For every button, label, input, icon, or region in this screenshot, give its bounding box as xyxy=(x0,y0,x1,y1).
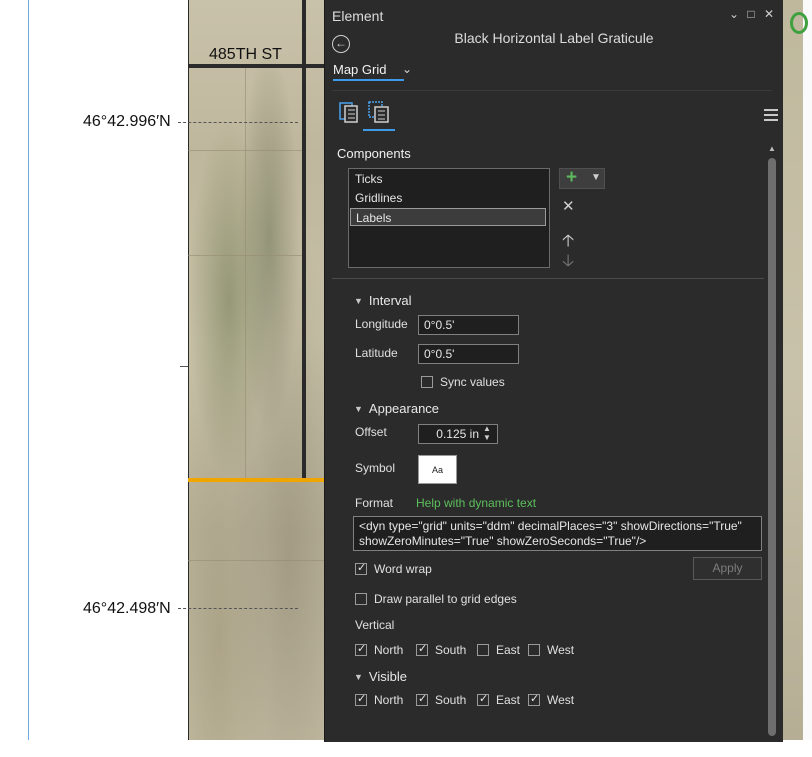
symbol-label: Symbol xyxy=(355,461,396,475)
divider xyxy=(332,278,764,279)
components-list[interactable]: Ticks Gridlines Labels xyxy=(348,168,550,268)
field-boundary xyxy=(188,560,330,561)
format-textarea[interactable]: <dyn type="grid" units="ddm" decimalPlac… xyxy=(353,516,762,551)
apply-button[interactable]: Apply xyxy=(693,557,762,580)
vertical-north-label[interactable]: North xyxy=(374,643,403,657)
visible-heading: Visible xyxy=(368,669,407,684)
chevron-down-icon: ▼ xyxy=(354,672,363,682)
visible-west-checkbox[interactable] xyxy=(528,692,540,706)
visible-north-label[interactable]: North xyxy=(374,693,403,707)
maximize-button[interactable]: □ xyxy=(743,6,759,22)
back-arrow-icon[interactable]: ← xyxy=(332,35,350,53)
plus-icon: + xyxy=(566,167,578,188)
offset-spinner-icon[interactable]: ▲ ▼ xyxy=(483,424,491,442)
active-tab-indicator xyxy=(363,129,395,131)
sync-values-label[interactable]: Sync values xyxy=(440,375,505,389)
longitude-interval-input[interactable]: 0°0.5' xyxy=(418,315,519,335)
scrollbar-thumb[interactable] xyxy=(768,158,776,736)
vertical-east-checkbox[interactable] xyxy=(477,644,489,656)
street-label: 485TH ST xyxy=(209,46,282,63)
visible-south-checkbox[interactable] xyxy=(416,692,428,706)
longitude-label: Longitude xyxy=(355,317,408,331)
components-heading: Components xyxy=(337,146,411,161)
draw-parallel-checkbox[interactable] xyxy=(355,593,367,605)
vertical-west-label[interactable]: West xyxy=(547,643,574,657)
word-wrap-label[interactable]: Word wrap xyxy=(374,562,432,576)
grid-properties-tab-icon[interactable] xyxy=(337,100,361,124)
chevron-down-icon: ▼ xyxy=(591,172,601,183)
road-vertical xyxy=(302,0,306,480)
page-margin-line xyxy=(28,0,29,757)
grid-components-tab-icon[interactable] xyxy=(367,100,391,124)
scroll-up-arrow-icon[interactable]: ▲ xyxy=(768,144,776,153)
page-bottom-edge xyxy=(0,740,812,757)
format-label: Format xyxy=(355,496,394,510)
grid-label-top[interactable]: 46°42.996′N xyxy=(83,113,171,131)
map-feature-icon xyxy=(790,12,808,34)
dropdown-underline xyxy=(333,79,404,81)
list-item-gridlines[interactable]: Gridlines xyxy=(350,189,546,207)
appearance-heading: Appearance xyxy=(368,401,440,416)
chevron-down-icon: ▼ xyxy=(354,404,363,414)
map-layout-view[interactable]: 485TH ST 46°42.996′N 46°42.498′N xyxy=(0,0,330,757)
vertical-north-checkbox[interactable] xyxy=(355,642,367,656)
list-item-ticks[interactable]: Ticks xyxy=(350,170,546,188)
add-component-button[interactable]: + ▼ xyxy=(559,167,605,189)
offset-label: Offset xyxy=(355,425,387,439)
aerial-imagery xyxy=(188,0,330,757)
visible-east-checkbox[interactable] xyxy=(477,692,489,706)
visible-west-label[interactable]: West xyxy=(547,693,574,707)
vertical-label: Vertical xyxy=(355,618,395,632)
grid-tick xyxy=(180,366,188,367)
divider xyxy=(332,90,772,91)
grid-label-bottom[interactable]: 46°42.498′N xyxy=(83,600,171,618)
chevron-down-icon[interactable]: ⌄ xyxy=(402,62,412,76)
element-name: Black Horizontal Label Graticule xyxy=(454,30,654,46)
field-boundary xyxy=(245,68,246,478)
vertical-south-checkbox[interactable] xyxy=(416,642,428,656)
visible-section-toggle[interactable]: ▼ Visible xyxy=(354,669,407,684)
visible-south-label[interactable]: South xyxy=(435,693,466,707)
element-pane: Element ⌄ □ ✕ Black Horizontal Label Gra… xyxy=(325,0,783,742)
element-type-dropdown[interactable]: Map Grid xyxy=(333,62,386,77)
pane-options-button[interactable]: ⌄ xyxy=(726,6,742,22)
list-item-labels[interactable]: Labels xyxy=(350,208,546,226)
highway-line xyxy=(188,478,330,482)
vertical-east-label[interactable]: East xyxy=(496,643,520,657)
latitude-label: Latitude xyxy=(355,346,398,360)
move-down-icon[interactable]: 🡣 xyxy=(562,248,574,277)
draw-parallel-label[interactable]: Draw parallel to grid edges xyxy=(374,592,517,606)
aerial-imagery-edge xyxy=(783,0,803,740)
road-horizontal xyxy=(188,64,330,68)
visible-north-checkbox[interactable] xyxy=(355,692,367,706)
symbol-swatch-button[interactable]: Aa xyxy=(418,455,457,484)
word-wrap-checkbox[interactable] xyxy=(355,561,367,575)
help-dynamic-text-link[interactable]: Help with dynamic text xyxy=(416,496,536,510)
interval-section-toggle[interactable]: ▼ Interval xyxy=(354,293,412,308)
grid-leader-line xyxy=(178,122,298,123)
pane-title: Element xyxy=(332,8,384,24)
appearance-section-toggle[interactable]: ▼ Appearance xyxy=(354,401,439,416)
latitude-interval-input[interactable]: 0°0.5' xyxy=(418,344,519,364)
chevron-down-icon: ▼ xyxy=(354,296,363,306)
interval-heading: Interval xyxy=(368,293,412,308)
sync-values-checkbox[interactable] xyxy=(421,376,433,388)
visible-east-label[interactable]: East xyxy=(496,693,520,707)
menu-icon[interactable] xyxy=(764,109,778,124)
close-button[interactable]: ✕ xyxy=(761,6,777,22)
vertical-south-label[interactable]: South xyxy=(435,643,466,657)
remove-icon[interactable]: ✕ xyxy=(562,197,575,215)
grid-leader-line xyxy=(178,608,298,609)
vertical-west-checkbox[interactable] xyxy=(528,644,540,656)
